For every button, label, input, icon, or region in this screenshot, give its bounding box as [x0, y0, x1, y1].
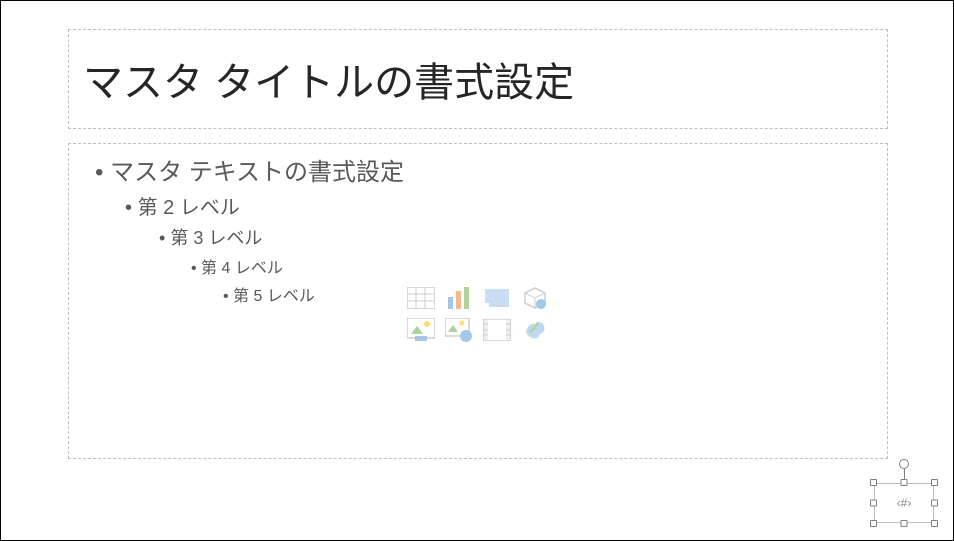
list-item[interactable]: 第 2 レベル — [83, 191, 873, 220]
content-list: マスタ テキストの書式設定 第 2 レベル 第 3 レベル 第 4 レベル 第 … — [83, 152, 873, 306]
list-item[interactable]: 第 4 レベル — [83, 254, 873, 278]
list-text-level3: 第 3 レベル — [170, 228, 262, 248]
insert-picture-icon[interactable] — [404, 316, 438, 344]
insert-video-icon[interactable] — [480, 316, 514, 344]
resize-handle-s[interactable] — [901, 520, 908, 527]
content-insert-icons — [404, 284, 552, 344]
selection-outline — [874, 483, 934, 523]
resize-handle-se[interactable] — [931, 520, 938, 527]
resize-handle-n[interactable] — [901, 479, 908, 486]
title-text[interactable]: マスタ タイトルの書式設定 — [83, 50, 574, 108]
resize-handle-nw[interactable] — [870, 479, 877, 486]
list-text-level1: マスタ テキストの書式設定 — [110, 159, 404, 186]
list-text-level5: 第 5 レベル — [233, 288, 315, 305]
list-item[interactable]: マスタ テキストの書式設定 — [83, 152, 873, 187]
slide-number-placeholder[interactable]: ‹#› — [874, 483, 934, 523]
insert-chart-icon[interactable] — [442, 284, 476, 312]
rotation-handle[interactable] — [899, 459, 909, 469]
title-placeholder[interactable]: マスタ タイトルの書式設定 — [68, 29, 888, 129]
resize-handle-sw[interactable] — [870, 520, 877, 527]
content-placeholder[interactable]: マスタ テキストの書式設定 第 2 レベル 第 3 レベル 第 4 レベル 第 … — [68, 143, 888, 459]
list-text-level4: 第 4 レベル — [201, 260, 283, 277]
list-item[interactable]: 第 3 レベル — [83, 224, 873, 250]
resize-handle-w[interactable] — [870, 500, 877, 507]
list-text-level2: 第 2 レベル — [138, 197, 240, 219]
insert-online-picture-icon[interactable] — [442, 316, 476, 344]
resize-handle-e[interactable] — [931, 500, 938, 507]
insert-table-icon[interactable] — [404, 284, 438, 312]
insert-icon-icon[interactable] — [518, 316, 552, 344]
insert-smartart-icon[interactable] — [480, 284, 514, 312]
resize-handle-ne[interactable] — [931, 479, 938, 486]
insert-3d-model-icon[interactable] — [518, 284, 552, 312]
